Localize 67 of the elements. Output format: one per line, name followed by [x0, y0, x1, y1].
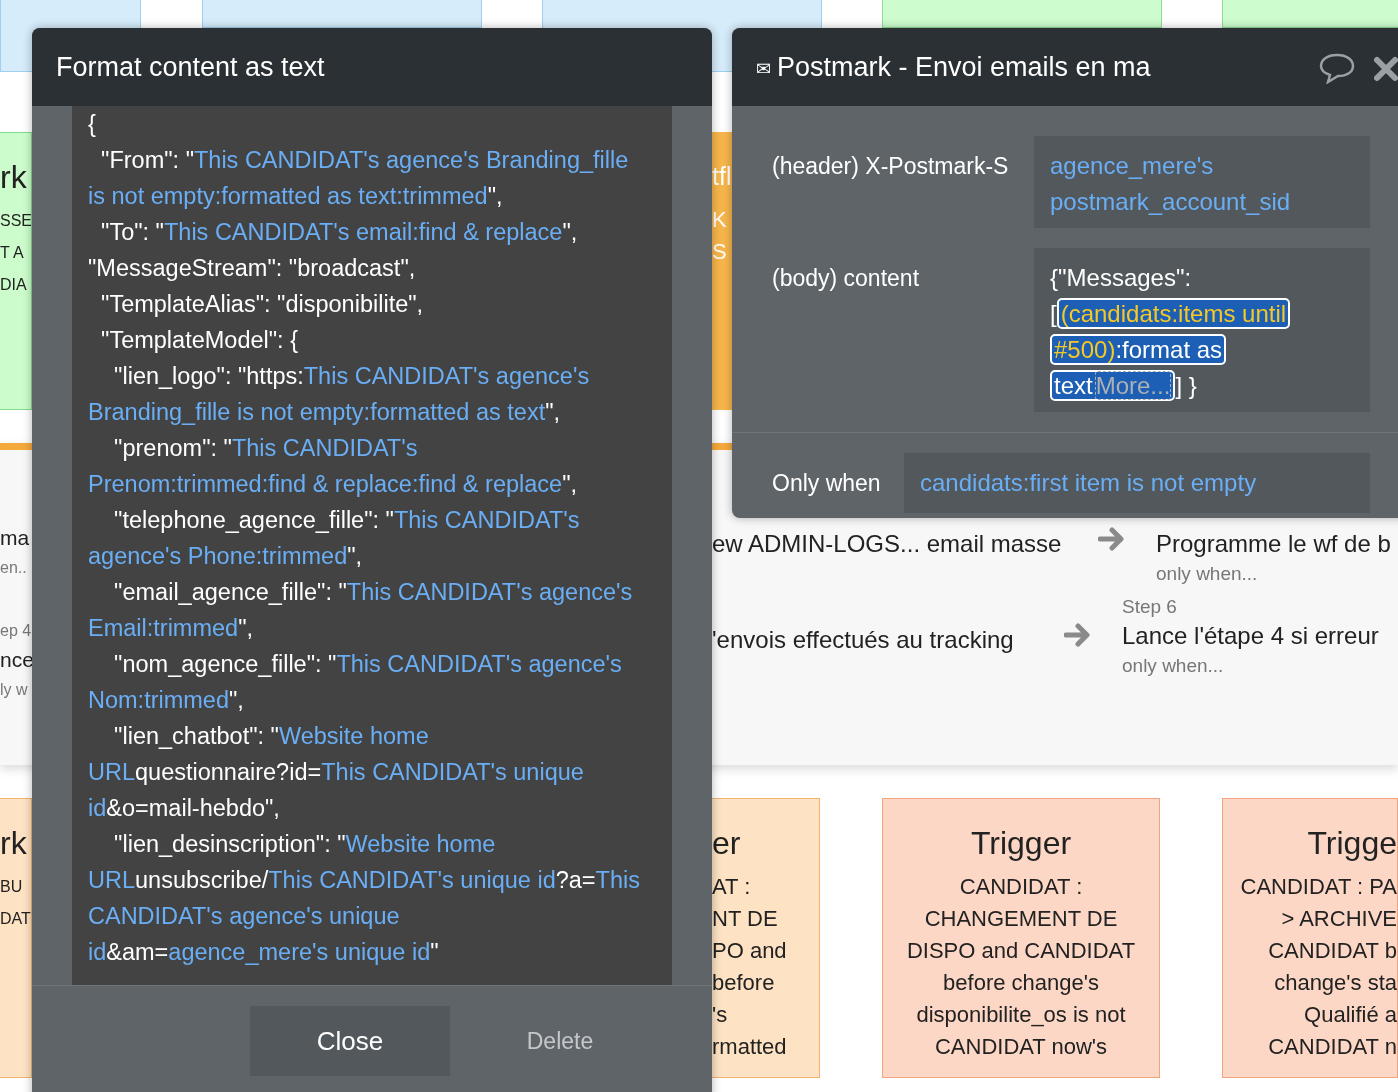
code-line: "TemplateAlias": "disponibilite", [100, 290, 425, 319]
code-line: "MessageStream": "broadcast", [88, 254, 417, 283]
card-title: rk [0, 158, 28, 197]
card-text: before change's [942, 969, 1100, 997]
code-line: "From": "This CANDIDAT's agence's Branding_fille [100, 146, 630, 175]
step-condition: only when... [1122, 654, 1225, 678]
card-text: disponibilite_os is not [915, 1001, 1127, 1029]
card-text: SSE [0, 211, 31, 231]
step-condition: ly w [0, 680, 29, 700]
card-text: change's sta [1273, 969, 1397, 997]
code-line: id&o=mail-hebdo", [88, 794, 281, 823]
card-text: 's [712, 1001, 729, 1029]
step-condition: only when... [1156, 562, 1259, 586]
code-line: Nom:trimmed", [88, 686, 245, 715]
card-text: CANDIDAT : PA [1239, 873, 1397, 901]
card-text: CHANGEMENT DE [923, 905, 1119, 933]
step-label: ep 4 [0, 621, 33, 641]
code-line: "TemplateModel": { [100, 326, 299, 355]
field-label: Only when [772, 469, 882, 498]
code-line: Branding_fille is not empty:formatted as text", [88, 398, 562, 427]
code-line: agence's Phone:trimmed", [88, 542, 364, 571]
card-text: DIA [0, 275, 28, 295]
card-title: rk [0, 824, 28, 863]
card-text: S [712, 238, 728, 266]
field-label: (header) X-Postmark-S [772, 152, 1010, 181]
code-line: "telephone_agence_fille": "This CANDIDAT's [113, 506, 581, 535]
card-title: Trigge [1306, 824, 1397, 863]
card-text: Qualifié a [1303, 1001, 1397, 1029]
code-line: "lien_desinscription": "Website home [113, 830, 497, 859]
card-text: CANDIDAT b [1267, 937, 1397, 965]
step-label: Step 6 [1122, 595, 1178, 619]
code-line: id&am=agence_mere's unique id" [88, 938, 440, 967]
dialog-title: Postmark - Envoi emails en ma [777, 51, 1151, 83]
code-line: URLunsubscribe/This CANDIDAT's unique id?a=This [88, 866, 641, 895]
card-text: > ARCHIVE [1280, 905, 1397, 933]
code-line: is not empty:formatted as text:trimmed", [88, 182, 504, 211]
code-line: Email:trimmed", [88, 614, 255, 643]
code-line: CANDIDAT's agence's unique [88, 902, 401, 931]
card-text: before [712, 969, 776, 997]
code-line: URLquestionnaire?id=This CANDIDAT's unique [88, 758, 585, 787]
code-line: "nom_agence_fille": "This CANDIDAT's agence's [113, 650, 623, 679]
card-text: BU [0, 877, 24, 897]
card-title: Trigger [969, 824, 1073, 863]
code-line: "lien_chatbot": "Website home [113, 722, 430, 751]
card-text: PO and [712, 937, 788, 965]
card-text: CANDIDAT : [958, 873, 1084, 901]
card-text: NT DE [712, 905, 779, 933]
card-title: tfl [712, 161, 733, 192]
code-line: Prenom:trimmed:find & replace:find & replace", [88, 470, 578, 499]
card-text: DAT [0, 909, 31, 929]
dialog-title: Format content as text [56, 51, 325, 83]
card-text: AT : [712, 873, 752, 901]
card-text: rmatted [712, 1033, 788, 1061]
card-text: T A [0, 243, 25, 263]
code-line: "prenom": "This CANDIDAT's [113, 434, 419, 463]
code-line: "lien_logo": "https:This CANDIDAT's agence's [113, 362, 591, 391]
code-line: { [88, 110, 97, 139]
card-text: CANDIDAT n [1267, 1033, 1397, 1061]
envelope-icon: ✉ [756, 58, 771, 80]
card-text: CANDIDAT now's [933, 1033, 1109, 1061]
step-condition: en.. [0, 558, 28, 578]
code-line: "To": "This CANDIDAT's email:find & replace", [100, 218, 579, 247]
code-line: "email_agence_fille": "This CANDIDAT's agence's [113, 578, 634, 607]
field-label: (body) content [772, 264, 921, 293]
card-title: er [712, 824, 742, 863]
card-text: DISPO and CANDIDAT [905, 937, 1137, 965]
card-text: K [712, 206, 728, 234]
